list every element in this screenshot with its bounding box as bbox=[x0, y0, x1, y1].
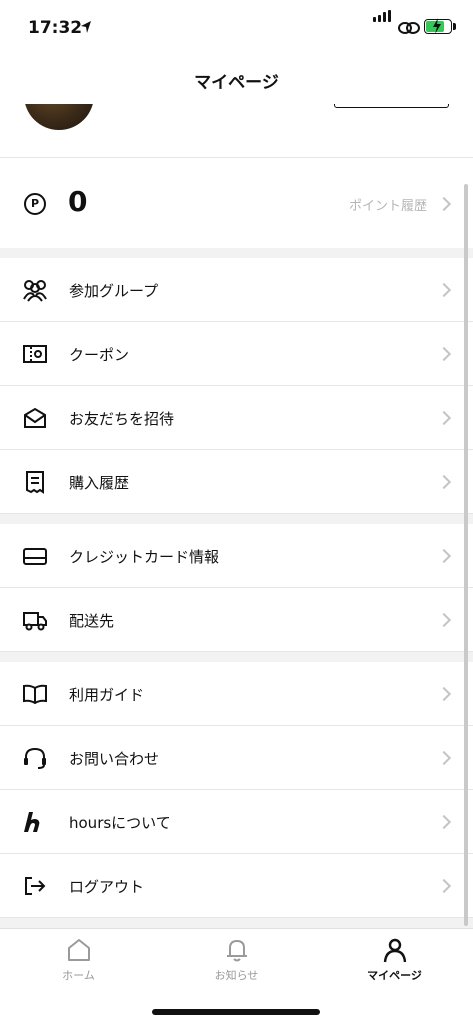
section-gap bbox=[0, 514, 473, 524]
menu-label: クレジットカード情報 bbox=[69, 548, 220, 566]
hours-logo-icon bbox=[24, 812, 40, 832]
scrollbar[interactable] bbox=[464, 184, 468, 926]
chevron-right-icon bbox=[436, 750, 452, 766]
menu-item-guide[interactable]: 利用ガイド bbox=[0, 662, 473, 726]
section-gap bbox=[0, 652, 473, 662]
chevron-right-icon bbox=[436, 686, 452, 702]
menu-item-about-hours[interactable]: hoursについて bbox=[0, 790, 473, 854]
points-value: 0 bbox=[68, 185, 88, 218]
group-icon bbox=[23, 280, 47, 302]
coupon-icon bbox=[23, 345, 47, 363]
section-gap bbox=[0, 918, 473, 928]
menu-item-contact[interactable]: お問い合わせ bbox=[0, 726, 473, 790]
receipt-icon bbox=[26, 471, 44, 494]
nav-header: マイページ bbox=[0, 56, 473, 104]
location-arrow-icon bbox=[81, 21, 91, 33]
tab-notifications[interactable]: お知らせ bbox=[158, 937, 315, 997]
menu-label: 配送先 bbox=[69, 612, 115, 630]
chevron-right-icon bbox=[436, 814, 452, 830]
tab-mypage-label: マイページ bbox=[367, 969, 422, 982]
headset-icon bbox=[24, 747, 46, 769]
book-icon bbox=[23, 684, 47, 705]
truck-icon bbox=[23, 612, 47, 631]
menu-label: hoursについて bbox=[69, 814, 171, 832]
menu-label: クーポン bbox=[69, 346, 130, 364]
person-icon bbox=[383, 938, 406, 963]
profile-area bbox=[0, 104, 473, 158]
charging-bolt-icon bbox=[433, 18, 441, 34]
menu-label: 参加グループ bbox=[69, 282, 159, 300]
menu-item-logout[interactable]: ログアウト bbox=[0, 854, 473, 918]
home-indicator bbox=[152, 1009, 320, 1015]
menu-label: ログアウト bbox=[69, 878, 145, 896]
menu-label: お友だちを招待 bbox=[69, 410, 175, 428]
tab-home[interactable]: ホーム bbox=[0, 937, 157, 997]
menu-label: お問い合わせ bbox=[69, 750, 160, 768]
chevron-right-icon bbox=[436, 410, 452, 426]
battery-cap bbox=[453, 23, 456, 30]
avatar[interactable] bbox=[24, 104, 94, 130]
chevron-right-icon bbox=[436, 282, 452, 298]
menu-item-credit-card[interactable]: クレジットカード情報 bbox=[0, 524, 473, 588]
menu-label: 購入履歴 bbox=[69, 474, 130, 492]
chevron-right-icon bbox=[436, 548, 452, 564]
chevron-right-icon bbox=[436, 878, 452, 894]
page-title: マイページ bbox=[194, 73, 279, 93]
section-gap bbox=[0, 248, 473, 258]
status-time: 17:32 bbox=[28, 18, 83, 38]
invite-mail-icon bbox=[24, 407, 46, 428]
tab-notifications-label: お知らせ bbox=[214, 969, 259, 982]
menu-label: 利用ガイド bbox=[69, 686, 145, 704]
points-row[interactable]: P 0 ポイント履歴 bbox=[0, 159, 473, 248]
link-icon bbox=[398, 22, 420, 34]
menu-item-invite[interactable]: お友だちを招待 bbox=[0, 386, 473, 450]
profile-edit-button[interactable] bbox=[334, 104, 449, 108]
chevron-right-icon bbox=[436, 196, 452, 212]
credit-card-icon bbox=[23, 548, 47, 565]
logout-icon bbox=[25, 877, 46, 895]
menu-item-groups[interactable]: 参加グループ bbox=[0, 258, 473, 322]
status-bar: 17:32 bbox=[0, 0, 473, 56]
home-icon bbox=[67, 939, 90, 961]
points-icon: P bbox=[24, 193, 46, 215]
points-history-link[interactable]: ポイント履歴 bbox=[349, 195, 427, 214]
bell-icon bbox=[226, 940, 247, 962]
menu-item-coupons[interactable]: クーポン bbox=[0, 322, 473, 386]
menu-item-purchase-history[interactable]: 購入履歴 bbox=[0, 450, 473, 514]
tab-home-label: ホーム bbox=[62, 969, 95, 982]
chevron-right-icon bbox=[436, 346, 452, 362]
chevron-right-icon bbox=[436, 612, 452, 628]
chevron-right-icon bbox=[436, 474, 452, 490]
menu-item-shipping[interactable]: 配送先 bbox=[0, 588, 473, 652]
tab-mypage[interactable]: マイページ bbox=[316, 937, 473, 997]
